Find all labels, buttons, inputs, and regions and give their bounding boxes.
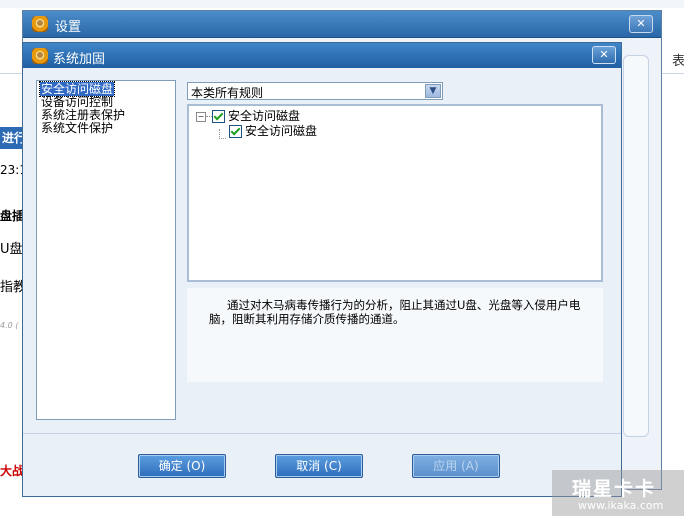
background-text-line: 盘插 bbox=[0, 209, 22, 223]
background-bottom-text: 大战 bbox=[0, 464, 25, 478]
rule-tree: − 安全访问磁盘 安全访问磁盘 bbox=[187, 104, 603, 282]
system-hardening-dialog: 系统加固 ✕ 安全访问磁盘 设备访问控制 系统注册表保护 系统文件保护 本类所有… bbox=[22, 42, 622, 497]
checkbox-icon[interactable] bbox=[212, 110, 225, 123]
background-app-top-strip bbox=[0, 0, 684, 8]
ok-button[interactable]: 确定 (O) bbox=[138, 454, 226, 478]
apply-button[interactable]: 应用 (A) bbox=[412, 454, 500, 478]
category-list: 安全访问磁盘 设备访问控制 系统注册表保护 系统文件保护 bbox=[36, 80, 176, 420]
tree-connector bbox=[219, 129, 226, 139]
chevron-down-icon[interactable]: ▼ bbox=[425, 84, 441, 98]
app-logo-icon bbox=[32, 16, 48, 32]
rule-description-text: 通过对木马病毒传播行为的分析，阻止其通过U盘、光盘等入侵用户电脑，阻断其利用存储… bbox=[209, 298, 581, 326]
settings-close-button[interactable]: ✕ bbox=[629, 15, 653, 33]
tree-node-child[interactable]: 安全访问磁盘 bbox=[229, 124, 317, 138]
watermark: 瑞星卡卡 www.ikaka.com bbox=[552, 470, 684, 516]
footer-divider bbox=[23, 433, 621, 434]
dialog-title-bar[interactable]: 系统加固 ✕ bbox=[23, 43, 621, 68]
background-text-line: 指教 bbox=[0, 280, 22, 295]
background-right-text: 表 bbox=[672, 54, 684, 69]
cancel-button[interactable]: 取消 (C) bbox=[275, 454, 363, 478]
category-item-system-file-protection[interactable]: 系统文件保护 bbox=[40, 122, 172, 135]
dialog-title: 系统加固 bbox=[53, 52, 106, 67]
background-time-text: 23:1 bbox=[0, 163, 22, 177]
background-version-text: 4.0 ( bbox=[0, 321, 19, 330]
collapse-icon[interactable]: − bbox=[196, 111, 206, 122]
watermark-url: www.ikaka.com bbox=[578, 499, 664, 512]
background-text-line: U盘指 bbox=[0, 242, 22, 257]
tree-node-label: 安全访问磁盘 bbox=[245, 124, 318, 138]
tree-node-root[interactable]: − 安全访问磁盘 bbox=[196, 109, 300, 123]
dialog-close-button[interactable]: ✕ bbox=[592, 46, 616, 64]
tree-node-label: 安全访问磁盘 bbox=[228, 109, 301, 123]
app-logo-icon bbox=[32, 48, 48, 64]
checkbox-icon[interactable] bbox=[229, 125, 242, 138]
settings-title-bar[interactable]: 设置 ✕ bbox=[23, 11, 661, 38]
settings-window-title: 设置 bbox=[55, 20, 82, 35]
settings-side-panel bbox=[623, 55, 649, 437]
rule-filter-select[interactable]: 本类所有规则 ▼ bbox=[187, 82, 443, 100]
rule-description-panel: 通过对木马病毒传播行为的分析，阻止其通过U盘、光盘等入侵用户电脑，阻断其利用存储… bbox=[187, 288, 603, 382]
rule-filter-value: 本类所有规则 bbox=[191, 86, 264, 100]
watermark-title: 瑞星卡卡 bbox=[572, 478, 657, 500]
